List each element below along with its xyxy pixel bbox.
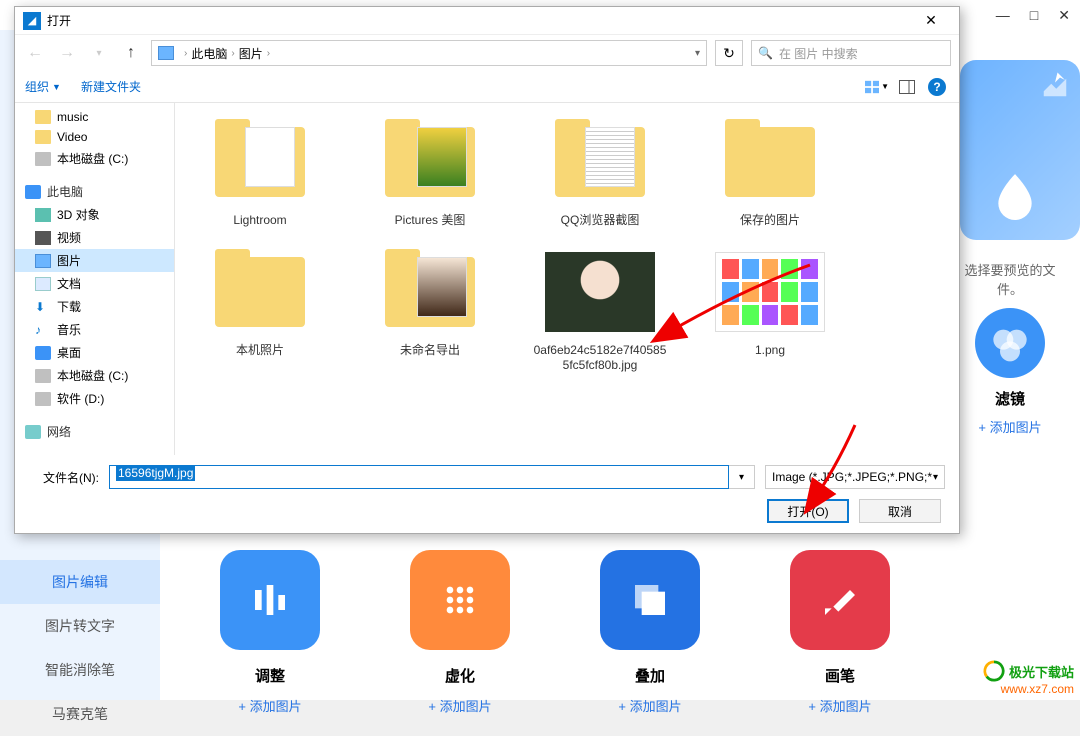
preview-thumbnail <box>960 60 1080 240</box>
folder-tree[interactable]: music Video 本地磁盘 (C:) 此电脑 3D 对象 视频 图片 文档… <box>15 103 175 455</box>
address-bar[interactable]: › 此电脑 › 图片 › ▾ <box>151 40 707 66</box>
card-blur[interactable]: 虚化 添加图片 <box>380 550 540 715</box>
card-adjust[interactable]: 调整 添加图片 <box>190 550 350 715</box>
card-title: 叠加 <box>570 665 730 686</box>
file-open-dialog: ◢ 打开 ✕ ← → ▾ ↑ › 此电脑 › 图片 › ▾ ↻ 🔍 在 图片 中… <box>14 6 960 534</box>
tree-item-music[interactable]: music <box>15 107 174 127</box>
nav-forward-button: → <box>55 41 79 65</box>
file-image-1png[interactable]: 1.png <box>695 243 845 378</box>
file-folder-pictures[interactable]: Pictures 美图 <box>355 113 505 233</box>
chevron-right-icon: › <box>231 48 234 59</box>
file-folder-localphotos[interactable]: 本机照片 <box>185 243 335 378</box>
refresh-button[interactable]: ↻ <box>715 40 743 66</box>
file-folder-lightroom[interactable]: Lightroom <box>185 113 335 233</box>
search-icon: 🔍 <box>758 46 773 60</box>
filter-icon[interactable] <box>975 308 1045 378</box>
bg-maximize-button[interactable]: □ <box>1030 7 1038 23</box>
breadcrumb-folder[interactable]: 图片 <box>239 45 263 62</box>
sidebar-item-edit[interactable]: 图片编辑 <box>0 560 160 604</box>
cancel-button[interactable]: 取消 <box>859 499 941 523</box>
breadcrumb-root[interactable]: 此电脑 <box>191 45 227 62</box>
card-title: 画笔 <box>760 665 920 686</box>
file-folder-qqbrowser[interactable]: QQ浏览器截图 <box>525 113 675 233</box>
tree-item-diskd[interactable]: 软件 (D:) <box>15 387 174 410</box>
filter-add-link[interactable]: 添加图片 <box>960 417 1060 436</box>
nav-back-button[interactable]: ← <box>23 41 47 65</box>
filter-label: 滤镜 <box>960 388 1060 409</box>
address-dropdown-icon[interactable]: ▾ <box>695 48 700 59</box>
tree-item-diskc2[interactable]: 本地磁盘 (C:) <box>15 364 174 387</box>
file-image-face[interactable]: 0af6eb24c5182e7f40585 5fc5fcf80b.jpg <box>525 243 675 378</box>
nav-recent-dropdown[interactable]: ▾ <box>87 41 111 65</box>
tree-item-documents[interactable]: 文档 <box>15 272 174 295</box>
tree-item-diskc[interactable]: 本地磁盘 (C:) <box>15 147 174 170</box>
tree-item-pictures[interactable]: 图片 <box>15 249 174 272</box>
sidebar-item-mosaic[interactable]: 马赛克笔 <box>0 692 160 736</box>
tree-item-videos[interactable]: 视频 <box>15 226 174 249</box>
help-button[interactable]: ? <box>925 75 949 99</box>
tree-item-network[interactable]: 网络 <box>15 420 174 443</box>
app-icon: ◢ <box>23 12 41 30</box>
search-input[interactable]: 🔍 在 图片 中搜索 <box>751 40 951 66</box>
filetype-filter[interactable]: Image (*.JPG;*.JPEG;*.PNG;*.I ▾ <box>765 465 945 489</box>
filename-label: 文件名(N): <box>29 469 99 486</box>
card-add-link[interactable]: 添加图片 <box>570 696 730 715</box>
new-folder-button[interactable]: 新建文件夹 <box>81 78 141 95</box>
card-add-link[interactable]: 添加图片 <box>190 696 350 715</box>
dialog-footer: 文件名(N): 16596tjgM.jpg ▾ Image (*.JPG;*.J… <box>15 455 959 533</box>
card-title: 调整 <box>190 665 350 686</box>
view-mode-button[interactable]: ▼ <box>865 75 889 99</box>
preview-pane-button[interactable] <box>895 75 919 99</box>
bg-close-button[interactable]: ✕ <box>1058 7 1070 24</box>
card-overlay[interactable]: 叠加 添加图片 <box>570 550 730 715</box>
card-add-link[interactable]: 添加图片 <box>380 696 540 715</box>
search-placeholder: 在 图片 中搜索 <box>779 45 858 62</box>
tree-item-downloads[interactable]: ⬇下载 <box>15 295 174 318</box>
right-panel: 选择要预览的文件。 滤镜 添加图片 <box>940 40 1080 456</box>
sidebar-item-erase[interactable]: 智能消除笔 <box>0 648 160 692</box>
filename-input[interactable]: 16596tjgM.jpg <box>109 465 729 489</box>
dialog-titlebar: ◢ 打开 ✕ <box>15 7 959 35</box>
preview-hint: 选择要预览的文件。 <box>960 260 1060 298</box>
file-folder-saved[interactable]: 保存的图片 <box>695 113 845 233</box>
watermark: 极光下载站 www.xz7.com <box>983 660 1074 696</box>
filename-dropdown[interactable]: ▾ <box>729 465 755 489</box>
card-brush[interactable]: 画笔 添加图片 <box>760 550 920 715</box>
file-folder-unnamed[interactable]: 未命名导出 <box>355 243 505 378</box>
dialog-close-button[interactable]: ✕ <box>911 12 951 29</box>
tree-item-desktop[interactable]: 桌面 <box>15 341 174 364</box>
nav-up-button[interactable]: ↑ <box>119 41 143 65</box>
dialog-title: 打开 <box>47 12 911 29</box>
sidebar-item-ocr[interactable]: 图片转文字 <box>0 604 160 648</box>
tree-item-3d[interactable]: 3D 对象 <box>15 203 174 226</box>
organize-menu[interactable]: 组织▼ <box>25 78 61 95</box>
open-button[interactable]: 打开(O) <box>767 499 849 523</box>
tree-item-video[interactable]: Video <box>15 127 174 147</box>
help-icon: ? <box>928 78 946 96</box>
card-title: 虚化 <box>380 665 540 686</box>
file-grid[interactable]: Lightroom Pictures 美图 QQ浏览器截图 保存的图片 本机照片… <box>175 103 959 455</box>
location-icon <box>158 46 174 60</box>
tree-item-thispc[interactable]: 此电脑 <box>15 180 174 203</box>
chevron-right-icon: › <box>184 48 187 59</box>
card-add-link[interactable]: 添加图片 <box>760 696 920 715</box>
dialog-toolbar: 组织▼ 新建文件夹 ▼ ? <box>15 71 959 103</box>
dialog-nav: ← → ▾ ↑ › 此电脑 › 图片 › ▾ ↻ 🔍 在 图片 中搜索 <box>15 35 959 71</box>
bg-minimize-button[interactable]: — <box>996 7 1010 23</box>
tree-item-music2[interactable]: ♪音乐 <box>15 318 174 341</box>
chevron-down-icon: ▾ <box>933 472 938 483</box>
chevron-right-icon: › <box>267 48 270 59</box>
